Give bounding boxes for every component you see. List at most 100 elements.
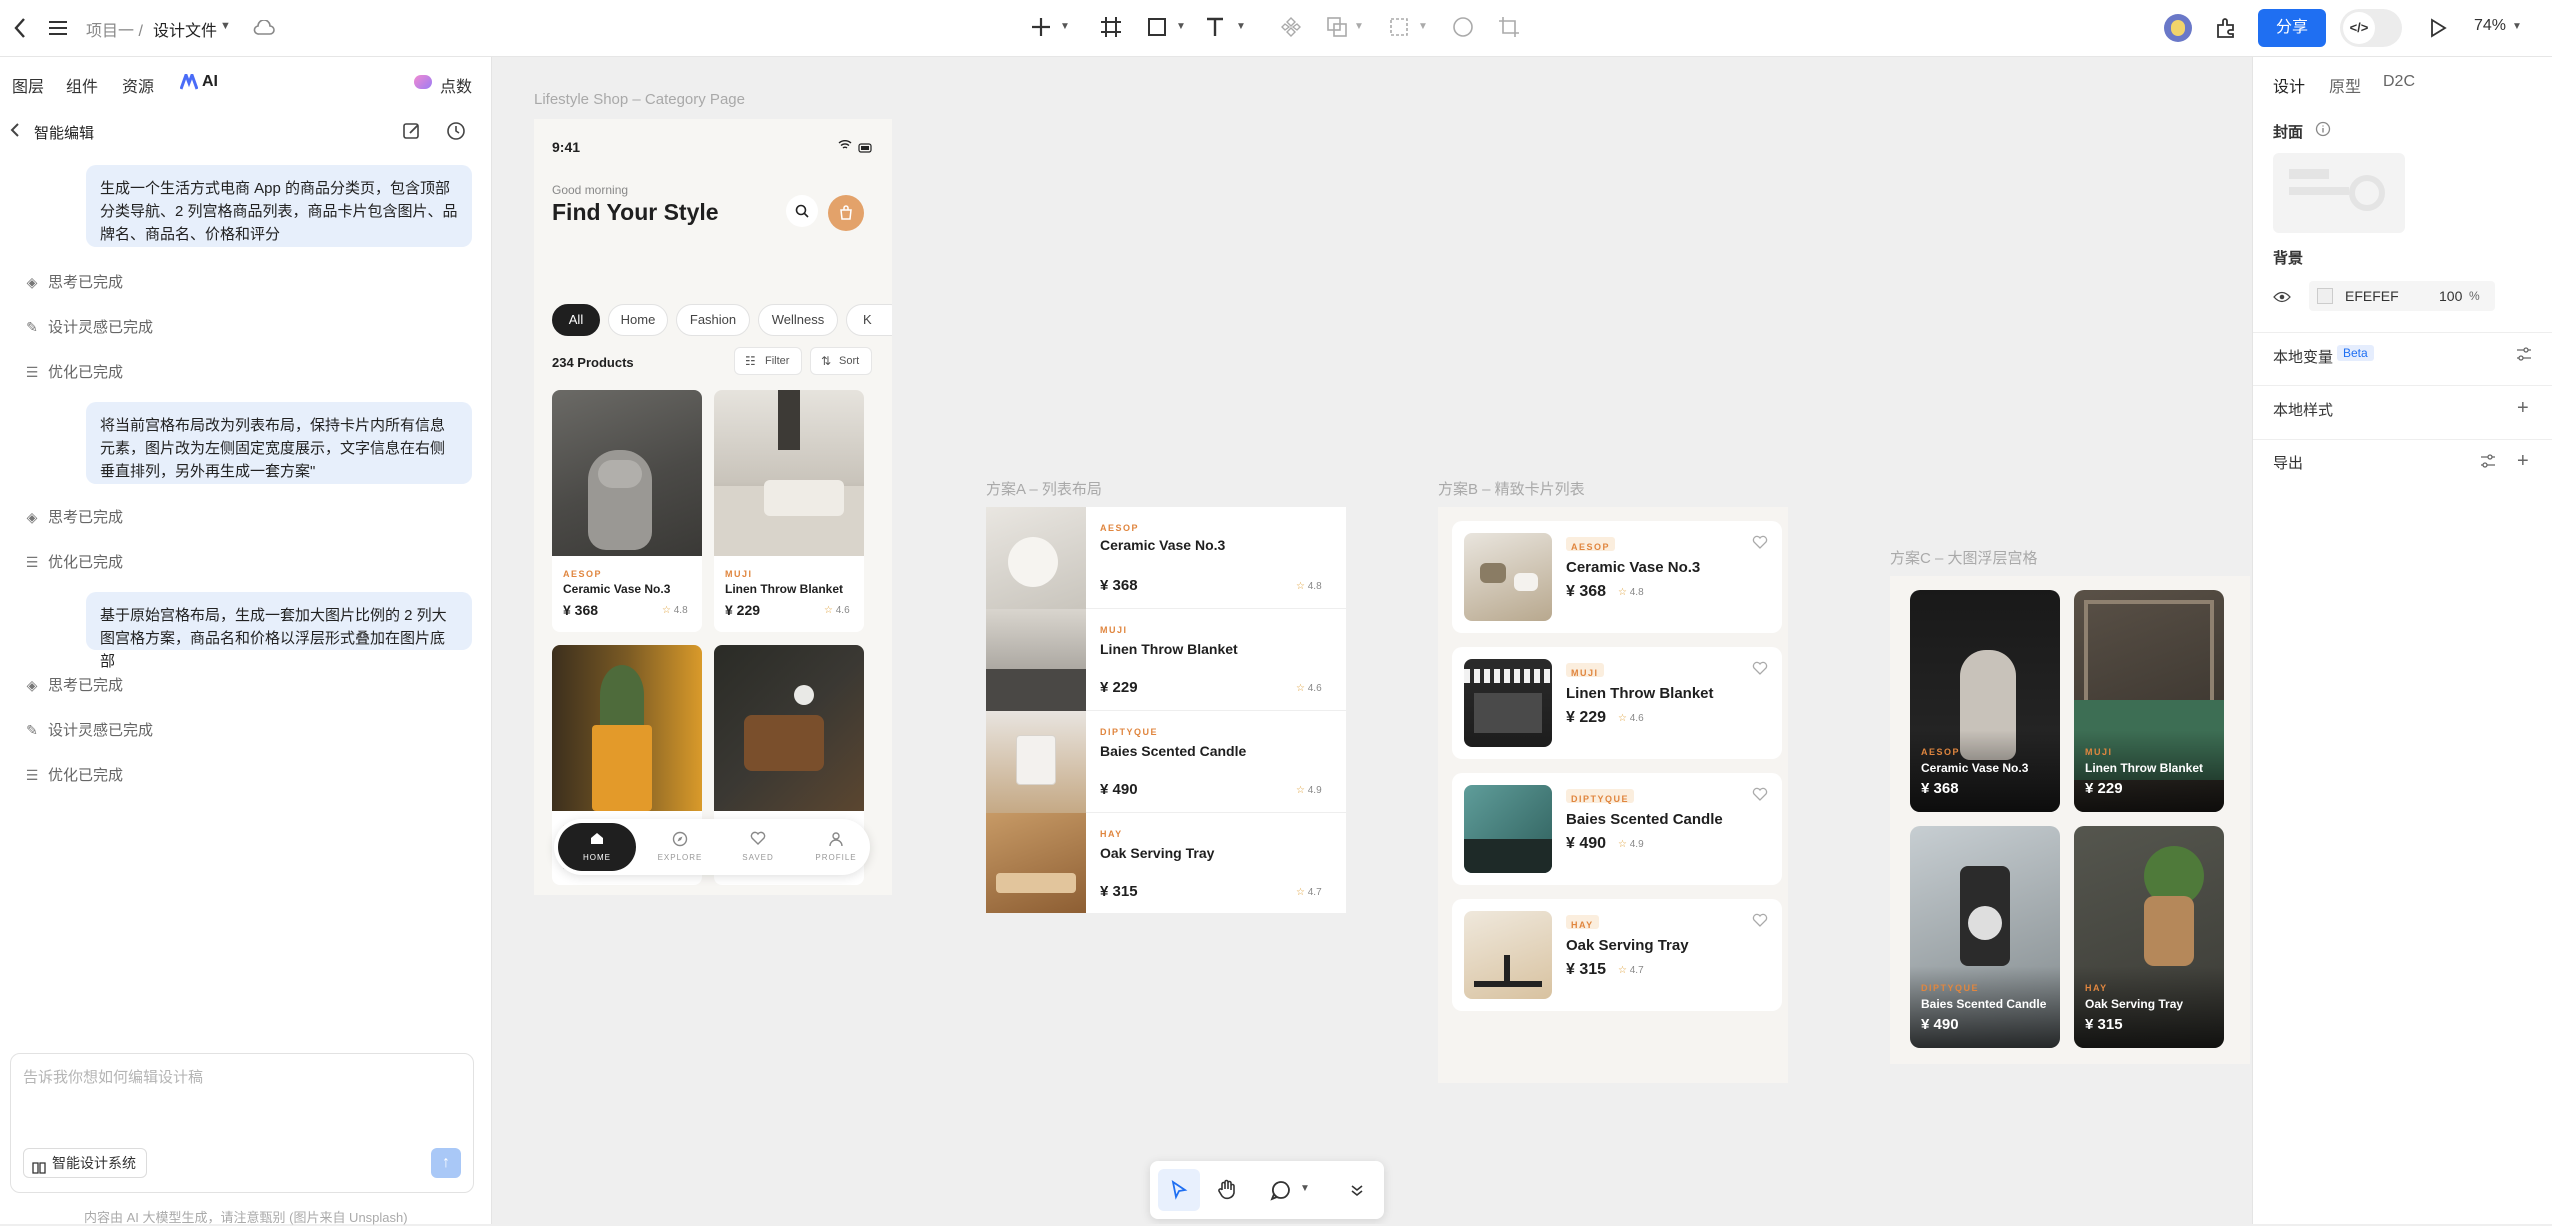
send-button[interactable]: ↑	[431, 1148, 461, 1178]
prompt-input[interactable]: 告诉我你想如何编辑设计稿 智能设计系统 ↑	[10, 1053, 474, 1193]
search-icon[interactable]	[786, 195, 818, 227]
list-item[interactable]: DIPTYQUE Baies Scented Candle ¥ 490 ☆ 4.…	[986, 711, 1346, 813]
design-canvas[interactable]: Lifestyle Shop – Category Page 9:41 Good…	[492, 57, 2252, 1224]
eye-icon[interactable]	[2273, 290, 2291, 303]
mask-icon[interactable]	[1384, 12, 1414, 42]
phone-frame[interactable]: 9:41 Good morning Find Your Style All Ho…	[534, 119, 892, 895]
tab-layers[interactable]: 图层	[12, 73, 44, 97]
cart-icon[interactable]	[828, 195, 864, 231]
plus-icon[interactable]	[1026, 12, 1056, 42]
plugin-icon[interactable]	[2212, 14, 2240, 42]
tab-design[interactable]: 设计	[2273, 73, 2305, 97]
product-card[interactable]: HAY Oak Serving Tray ¥ 315 ☆ 4.7	[1452, 899, 1782, 1011]
info-icon[interactable]	[2315, 121, 2331, 137]
step-thinking[interactable]: ◈ 思考已完成	[24, 271, 123, 292]
chevron-down-icon[interactable]: ▼	[220, 20, 231, 32]
step-inspiration[interactable]: ✎ 设计灵感已完成	[24, 719, 153, 740]
background-opacity[interactable]: 100	[2439, 288, 2462, 304]
nav-saved[interactable]: SAVED	[726, 823, 790, 871]
background-color-field[interactable]: EFEFEF 100 %	[2309, 281, 2495, 311]
list-item[interactable]: MUJI Linen Throw Blanket ¥ 229 ☆ 4.6	[986, 609, 1346, 711]
list-item[interactable]: HAY Oak Serving Tray ¥ 315 ☆ 4.7	[986, 813, 1346, 913]
filter-button[interactable]: ☷ Filter	[734, 347, 802, 375]
scheme-b-frame[interactable]: AESOP Ceramic Vase No.3 ¥ 368 ☆ 4.8 MUJI…	[1438, 507, 1788, 1083]
nav-explore[interactable]: EXPLORE	[648, 823, 712, 871]
cover-thumbnail[interactable]	[2273, 153, 2405, 233]
frame-label-a[interactable]: 方案A – 列表布局	[986, 478, 1102, 499]
scheme-c-frame[interactable]: AESOP Ceramic Vase No.3 ¥ 368 MUJI Linen…	[1890, 576, 2250, 1064]
nav-profile[interactable]: PROFILE	[804, 823, 868, 871]
design-system-button[interactable]: 智能设计系统	[23, 1148, 147, 1178]
heart-icon[interactable]	[1752, 787, 1768, 806]
chevron-down-icon[interactable]: ▼	[2512, 21, 2522, 32]
product-card[interactable]: AESOP Ceramic Vase No.3 ¥ 368 ☆ 4.8	[1452, 521, 1782, 633]
heart-icon[interactable]	[1752, 535, 1768, 554]
chevron-down-icon[interactable]: ▼	[1060, 21, 1070, 32]
step-inspiration[interactable]: ✎ 设计灵感已完成	[24, 316, 153, 337]
boolean-icon[interactable]	[1322, 12, 1352, 42]
heart-icon[interactable]	[1752, 913, 1768, 932]
product-card[interactable]: DIPTYQUE Baies Scented Candle ¥ 490 ☆ 4.…	[1452, 773, 1782, 885]
step-thinking[interactable]: ◈ 思考已完成	[24, 506, 123, 527]
zoom-level[interactable]: 74%	[2474, 17, 2506, 35]
breadcrumb-project[interactable]: 项目一 /	[86, 17, 143, 41]
chip-home[interactable]: Home	[608, 304, 668, 336]
chip-fashion[interactable]: Fashion	[676, 304, 750, 336]
product-card[interactable]: HAY Oak Serving Tray ¥ 315	[2074, 826, 2224, 1048]
export-label[interactable]: 导出	[2273, 452, 2303, 473]
step-optimize[interactable]: ☰ 优化已完成	[24, 361, 123, 382]
color-swatch[interactable]	[2317, 288, 2333, 304]
play-icon[interactable]	[2424, 14, 2452, 42]
comment-icon[interactable]	[1260, 1169, 1302, 1211]
product-card[interactable]: MUJI Linen Throw Blanket ¥ 229 ☆ 4.6	[714, 390, 864, 632]
tab-ai[interactable]: AI	[202, 73, 218, 91]
product-card[interactable]: AESOP Ceramic Vase No.3 ¥ 368	[1910, 590, 2060, 812]
frame-label-c[interactable]: 方案C – 大图浮层宫格	[1890, 547, 2038, 568]
chevron-down-icon[interactable]: ▼	[1354, 21, 1364, 32]
chip-all[interactable]: All	[552, 304, 600, 336]
product-card[interactable]: MUJI Linen Throw Blanket ¥ 229 ☆ 4.6	[1452, 647, 1782, 759]
heart-icon[interactable]	[1752, 661, 1768, 680]
frame-label-main[interactable]: Lifestyle Shop – Category Page	[534, 91, 745, 108]
text-icon[interactable]	[1200, 12, 1230, 42]
chevron-down-icon[interactable]: ▼	[1418, 21, 1428, 32]
product-card[interactable]: MUJI Linen Throw Blanket ¥ 229	[2074, 590, 2224, 812]
tab-components[interactable]: 组件	[66, 73, 98, 97]
double-chevron-icon[interactable]	[1336, 1169, 1378, 1211]
chip-more[interactable]: K	[846, 304, 892, 336]
component-icon[interactable]	[1276, 12, 1306, 42]
share-button[interactable]: 分享	[2258, 9, 2326, 47]
plus-icon[interactable]: +	[2517, 397, 2529, 420]
local-variables-label[interactable]: 本地变量	[2273, 346, 2333, 367]
back-arrow-icon[interactable]	[6, 14, 34, 42]
settings-sliders-icon[interactable]	[2479, 452, 2497, 470]
settings-sliders-icon[interactable]	[2515, 345, 2533, 363]
product-card[interactable]: DIPTYQUE Baies Scented Candle ¥ 490	[1910, 826, 2060, 1048]
breadcrumb-file[interactable]: 设计文件	[153, 17, 217, 41]
tab-assets[interactable]: 资源	[122, 73, 154, 97]
history-icon[interactable]	[446, 121, 466, 141]
local-styles-label[interactable]: 本地样式	[2273, 399, 2333, 420]
frame-icon[interactable]	[1096, 12, 1126, 42]
step-optimize[interactable]: ☰ 优化已完成	[24, 764, 123, 785]
edit-icon[interactable]	[402, 121, 422, 141]
tab-prototype[interactable]: 原型	[2329, 73, 2361, 97]
product-card[interactable]: AESOP Ceramic Vase No.3 ¥ 368 ☆ 4.8	[552, 390, 702, 632]
credits-label[interactable]: 点数	[440, 73, 472, 97]
step-thinking[interactable]: ◈ 思考已完成	[24, 674, 123, 695]
background-hex[interactable]: EFEFEF	[2345, 288, 2399, 304]
circle-icon[interactable]	[1448, 12, 1478, 42]
tab-d2c[interactable]: D2C	[2383, 73, 2415, 91]
pointer-icon[interactable]	[1158, 1169, 1200, 1211]
crop-icon[interactable]	[1494, 12, 1524, 42]
avatar[interactable]	[2164, 14, 2192, 42]
chip-wellness[interactable]: Wellness	[758, 304, 838, 336]
menu-icon[interactable]	[44, 14, 72, 42]
back-arrow-icon[interactable]	[10, 123, 20, 140]
chevron-down-icon[interactable]: ▼	[1300, 1183, 1310, 1194]
chevron-down-icon[interactable]: ▼	[1236, 21, 1246, 32]
code-toggle[interactable]: </>	[2340, 9, 2402, 47]
hand-icon[interactable]	[1206, 1169, 1248, 1211]
list-item[interactable]: AESOP Ceramic Vase No.3 ¥ 368 ☆ 4.8	[986, 507, 1346, 609]
nav-home[interactable]: HOME	[558, 823, 636, 871]
